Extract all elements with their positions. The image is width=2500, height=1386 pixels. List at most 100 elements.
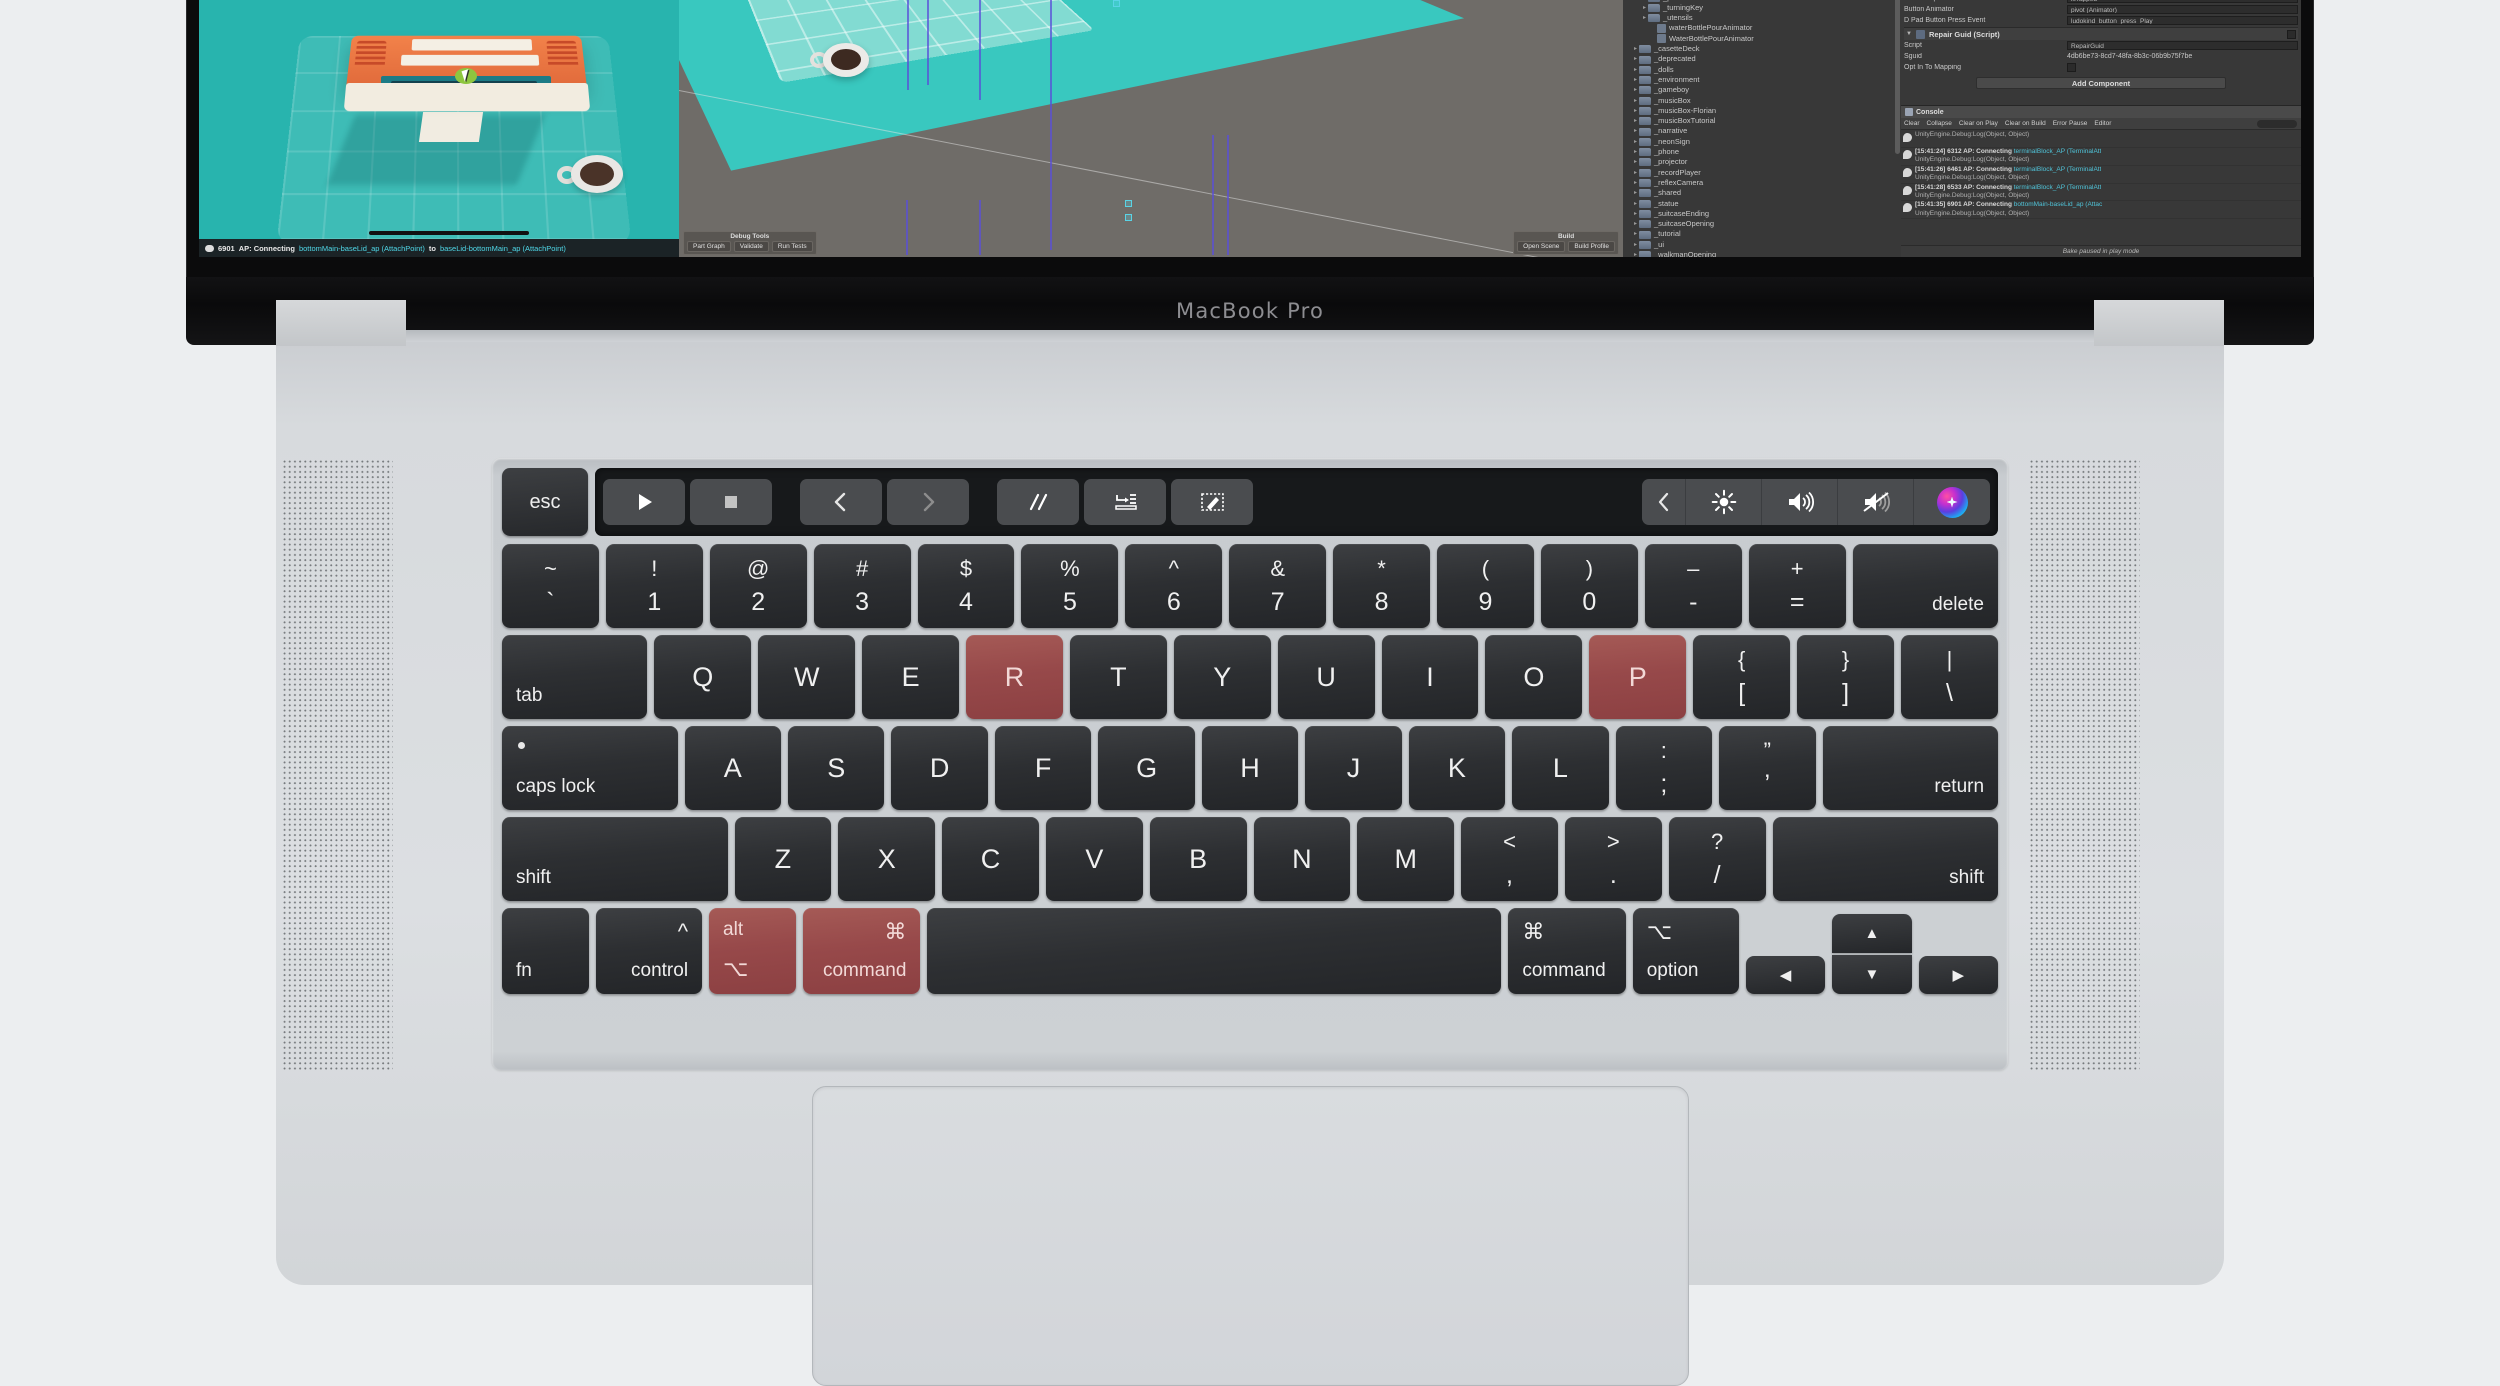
chevron-right-icon[interactable]: ▸ (1632, 96, 1639, 106)
key-q[interactable]: Q (654, 635, 752, 719)
chevron-right-icon[interactable]: ▸ (1632, 209, 1639, 219)
chevron-right-icon[interactable]: ▸ (1632, 219, 1639, 229)
game-view-scrollbar[interactable] (369, 231, 529, 235)
brightness-icon[interactable] (1686, 479, 1762, 525)
key-shift-left[interactable]: shift (502, 817, 728, 901)
qwerty-row[interactable]: tab Q W E R T Y U I O P{[}] | \ (502, 635, 1998, 719)
key-control[interactable]: ^ control (595, 908, 703, 994)
console-tab[interactable]: Console (1901, 106, 2301, 118)
guid-field-value[interactable]: 4db6be73-8cd7-48fa-8b3c-06b9b75f7be (2067, 53, 2192, 60)
chevron-right-icon[interactable]: ▸ (1632, 85, 1639, 95)
key-caps-lock[interactable]: caps lock (502, 726, 678, 810)
key-w[interactable]: W (758, 635, 856, 719)
chevron-right-icon[interactable]: ▸ (1632, 65, 1639, 75)
chevron-right-icon[interactable]: ▸ (1632, 147, 1639, 157)
hierarchy-item[interactable]: ▸ _recordPlayer (1623, 168, 1901, 178)
chevron-down-icon[interactable]: ▼ (1906, 31, 1912, 37)
log-object-link[interactable]: terminalBlock_AP (TerminalAtt (2014, 166, 2102, 173)
key-shift-right[interactable]: shift (1772, 817, 1999, 901)
console-log-entry[interactable]: UnityEngine.Debug:Log(Object, Object) (1901, 131, 2301, 148)
key-f[interactable]: F (994, 726, 1092, 810)
console-log-list[interactable]: UnityEngine.Debug:Log(Object, Object) [15… (1901, 130, 2301, 245)
home-row[interactable]: caps lock A S D F G H J K L:;”’ return (502, 726, 1999, 810)
chevron-right-icon[interactable]: ▸ (1632, 116, 1639, 126)
key-tab[interactable]: tab (502, 635, 648, 719)
unity-inspector-panel[interactable]: DirectionDownButton Down Animation PisTo… (1901, 0, 2301, 105)
key-j[interactable]: J (1305, 726, 1402, 810)
inspector-row-value[interactable]: isTapped (2067, 0, 2298, 3)
keyboard[interactable]: esc ~ `! 1 @2 #3 $4% 5 ^ 6 & 7 * 8(9) 0– - + = delete tab Q… (492, 458, 2008, 1070)
hierarchy-item[interactable]: ▸ _environment (1623, 75, 1901, 85)
log-object-link[interactable]: bottomMain-baseLid_ap (Attac (2014, 201, 2103, 208)
indent-lines-icon[interactable] (1084, 479, 1166, 525)
scene-tool-button[interactable]: Run Tests (771, 241, 813, 252)
key-arrow-right[interactable]: ▶ (1918, 956, 1998, 994)
unity-game-view[interactable]: 6901 AP: Connecting bottomMain-baseLid_a… (199, 0, 679, 257)
hierarchy-item[interactable]: ▸ _musicBoxTutorial (1623, 116, 1901, 126)
key-equal[interactable]: + = (1748, 544, 1846, 628)
key-two[interactable]: @2 (709, 544, 807, 628)
inspector-property-rows[interactable]: DirectionDownButton Down Animation PisTo… (1904, 0, 2298, 26)
chevron-right-icon[interactable]: ▸ (1632, 168, 1639, 178)
key-minus[interactable]: – - (1644, 544, 1742, 628)
hierarchy-item[interactable]: ▸ _ui (1623, 240, 1901, 250)
chevron-right-icon[interactable]: ▸ (1632, 157, 1639, 167)
console-log-entry[interactable]: [15:41:26] 6461 AP: Connecting terminalB… (1901, 166, 2301, 184)
hierarchy-item[interactable]: waterBottlePourAnimator (1623, 23, 1901, 34)
key-zero[interactable]: ) 0 (1540, 544, 1638, 628)
play-icon[interactable] (603, 479, 685, 525)
key-four[interactable]: $4 (917, 544, 1015, 628)
key-r[interactable]: R (966, 635, 1063, 719)
hierarchy-item[interactable]: ▸ _utensils (1623, 13, 1901, 23)
arrow-up-down-pair[interactable]: ▲ ▼ (1832, 914, 1912, 994)
key-u[interactable]: U (1277, 635, 1375, 719)
hierarchy-item[interactable]: ▸ _suitcaseEnding (1623, 209, 1901, 219)
hierarchy-item[interactable]: ▸ _gameboy (1623, 85, 1901, 95)
key-five[interactable]: % 5 (1021, 544, 1119, 628)
hierarchy-item[interactable]: ▸ _dolls (1623, 65, 1901, 75)
select-edit-icon[interactable] (1171, 479, 1253, 525)
volume-up-icon[interactable] (1762, 479, 1838, 525)
key-p[interactable]: P (1589, 635, 1687, 719)
hierarchy-item[interactable]: ▸ _neonSign (1623, 137, 1901, 147)
key-g[interactable]: G (1098, 726, 1195, 810)
hierarchy-item[interactable]: ▸ _statue (1623, 199, 1901, 209)
shift-row[interactable]: shift Z X C V B N M <, >.? / shift (502, 817, 1999, 901)
key-v[interactable]: V (1045, 817, 1143, 901)
log-object-link[interactable]: terminalBlock_AP (TerminalAtt (2014, 148, 2102, 155)
console-toolbar-button[interactable]: Clear on Play (1959, 120, 1998, 127)
hierarchy-scrollbar[interactable] (1895, 0, 1900, 154)
key-command-left[interactable]: ⌘ command (803, 908, 921, 994)
volume-mute-icon[interactable] (1838, 479, 1914, 525)
modifier-row[interactable]: fn ^ control alt ⌥ ⌘ command ⌘ command ⌥ option ◀ ▲ ▼… (502, 908, 1998, 994)
double-slash-icon[interactable] (997, 479, 1079, 525)
chevron-right-icon[interactable]: ▸ (1632, 240, 1639, 250)
inspector-row-value[interactable]: pivot (Animator) (2067, 5, 2298, 14)
console-toolbar-button[interactable]: Editor (2094, 120, 2111, 127)
key-arrow-down[interactable]: ▼ (1832, 955, 1912, 994)
siri-icon[interactable] (1914, 479, 1990, 525)
key-b[interactable]: B (1149, 817, 1247, 901)
step-forward-icon[interactable] (887, 479, 969, 525)
key-h[interactable]: H (1201, 726, 1299, 810)
console-toolbar-button[interactable]: Clear on Build (2005, 120, 2046, 127)
chevron-right-icon[interactable]: ▸ (1632, 54, 1639, 64)
key-z[interactable]: Z (734, 817, 832, 901)
opt-in-checkbox[interactable] (2067, 63, 2076, 72)
script-field-value[interactable]: RepairGuid (2067, 41, 2298, 50)
hierarchy-item[interactable]: ▸ _reflexCamera (1623, 178, 1901, 188)
scene-tool-button[interactable]: Open Scene (1517, 241, 1566, 252)
key-quote[interactable]: ”’ (1719, 726, 1816, 810)
key-comma[interactable]: <, (1461, 817, 1558, 901)
inspector-row[interactable]: Button Animator pivot (Animator) (1904, 4, 2298, 15)
hierarchy-item[interactable]: ▸ _suitcaseOpening (1623, 219, 1901, 229)
hierarchy-item[interactable]: ▸ _tutorial (1623, 229, 1901, 239)
key-d[interactable]: D (891, 726, 988, 810)
number-row[interactable]: ~ `! 1 @2 #3 $4% 5 ^ 6 & 7 * 8(9) 0– - + = delete (502, 544, 1998, 628)
inspector-row-value[interactable]: ludokind_button_press_Play (2067, 16, 2298, 25)
key-a[interactable]: A (684, 726, 781, 810)
keyboard-rows[interactable]: ~ `! 1 @2 #3 $4% 5 ^ 6 & 7 * 8(9) 0– - + = delete tab Q W E R T… (502, 544, 1999, 994)
key-delete[interactable]: delete (1852, 544, 1998, 628)
inspector-row[interactable]: Opt In To Mapping (1904, 62, 2298, 73)
hierarchy-item[interactable]: ▸ _projector (1623, 157, 1901, 167)
